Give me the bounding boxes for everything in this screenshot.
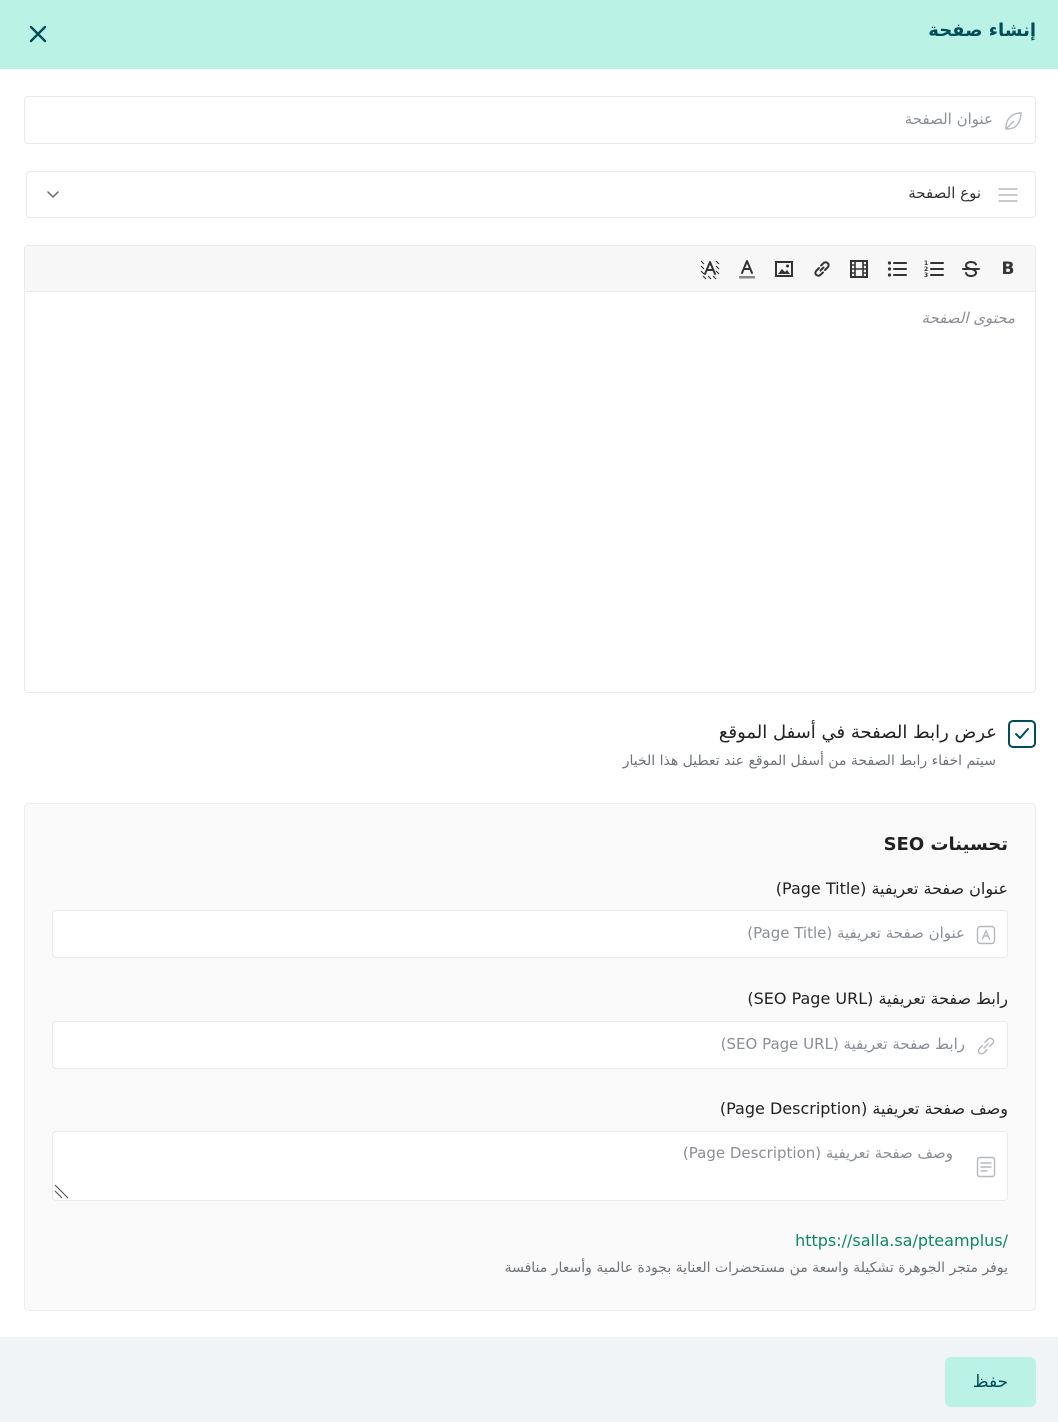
film-icon (850, 260, 868, 278)
numbered-list-button[interactable]: 1 2 3 (923, 258, 945, 280)
clear-format-button[interactable] (699, 258, 721, 280)
page-title-input[interactable]: عنوان الصفحة (24, 96, 1036, 144)
editor-placeholder[interactable]: محتوى الصفحة (921, 309, 1015, 327)
page-type-select[interactable]: نوع الصفحة (26, 171, 1036, 218)
seo-page-desc-placeholder: وصف صفحة تعريفية (Page Description) (682, 1144, 953, 1162)
show-footer-link-checkbox[interactable] (1008, 720, 1036, 748)
seo-page-url-input[interactable]: رابط صفحة تعريفية (SEO Page URL) (52, 1021, 1008, 1069)
text-color-button[interactable] (736, 258, 758, 280)
seo-page-url-label: رابط صفحة تعريفية (SEO Page URL) (747, 989, 1008, 1008)
link-button[interactable] (811, 258, 833, 280)
seo-page-desc-label: وصف صفحة تعريفية (Page Description) (719, 1099, 1008, 1118)
editor-toolbar: B 1 2 3 (25, 246, 1035, 292)
text-color-icon (739, 260, 755, 279)
seo-page-url-placeholder: رابط صفحة تعريفية (SEO Page URL) (720, 1035, 965, 1053)
video-button[interactable] (848, 258, 870, 280)
content-editor: B 1 2 3 محتوى الصفحة (24, 245, 1036, 693)
strikethrough-icon (962, 260, 980, 278)
seo-title: تحسينات SEO (883, 834, 1008, 855)
show-footer-link-label: عرض رابط الصفحة في أسفل الموقع (718, 722, 997, 743)
show-footer-link-hint: سيتم اخفاء رابط الصفحة من أسفل الموقع عن… (622, 753, 996, 769)
modal-title: إنشاء صفحة (928, 20, 1036, 41)
resize-handle-icon[interactable] (54, 1183, 70, 1199)
modal-footer: حفظ (0, 1337, 1058, 1422)
seo-page-title-input[interactable]: عنوان صفحة تعريفية (Page Title) (52, 910, 1008, 958)
page-title-placeholder: عنوان الصفحة (904, 110, 993, 128)
feather-icon (1001, 109, 1025, 133)
page-type-value: نوع الصفحة (908, 184, 981, 202)
seo-section: تحسينات SEO عنوان صفحة تعريفية (Page Tit… (24, 803, 1036, 1311)
document-icon (975, 1155, 997, 1179)
menu-lines-icon (997, 184, 1019, 206)
svg-text:3: 3 (924, 272, 928, 279)
clear-format-icon (700, 260, 720, 280)
check-icon (1015, 728, 1029, 739)
text-format-icon (975, 924, 997, 946)
seo-page-title-placeholder: عنوان صفحة تعريفية (Page Title) (747, 924, 965, 942)
strikethrough-button[interactable] (960, 258, 982, 280)
link-icon (814, 261, 830, 277)
image-icon (775, 261, 793, 277)
close-button[interactable] (24, 20, 52, 48)
bold-button[interactable]: B (997, 258, 1019, 280)
save-button[interactable]: حفظ (945, 1357, 1036, 1407)
modal-header: إنشاء صفحة (0, 0, 1058, 69)
seo-preview-url[interactable]: https://salla.sa/pteamplus/ (795, 1231, 1008, 1250)
link-icon (975, 1035, 997, 1057)
image-button[interactable] (773, 258, 795, 280)
seo-preview-description: يوفر متجر الجوهرة تشكيلة واسعة من مستحضر… (504, 1260, 1008, 1276)
chevron-down-icon (45, 188, 61, 202)
bold-icon: B (1001, 259, 1015, 279)
bulleted-list-icon (887, 261, 907, 277)
bulleted-list-button[interactable] (886, 258, 908, 280)
numbered-list-icon: 1 2 3 (924, 260, 944, 279)
close-icon (29, 25, 47, 43)
seo-page-desc-textarea[interactable]: وصف صفحة تعريفية (Page Description) (52, 1131, 1008, 1201)
seo-page-title-label: عنوان صفحة تعريفية (Page Title) (775, 879, 1008, 898)
